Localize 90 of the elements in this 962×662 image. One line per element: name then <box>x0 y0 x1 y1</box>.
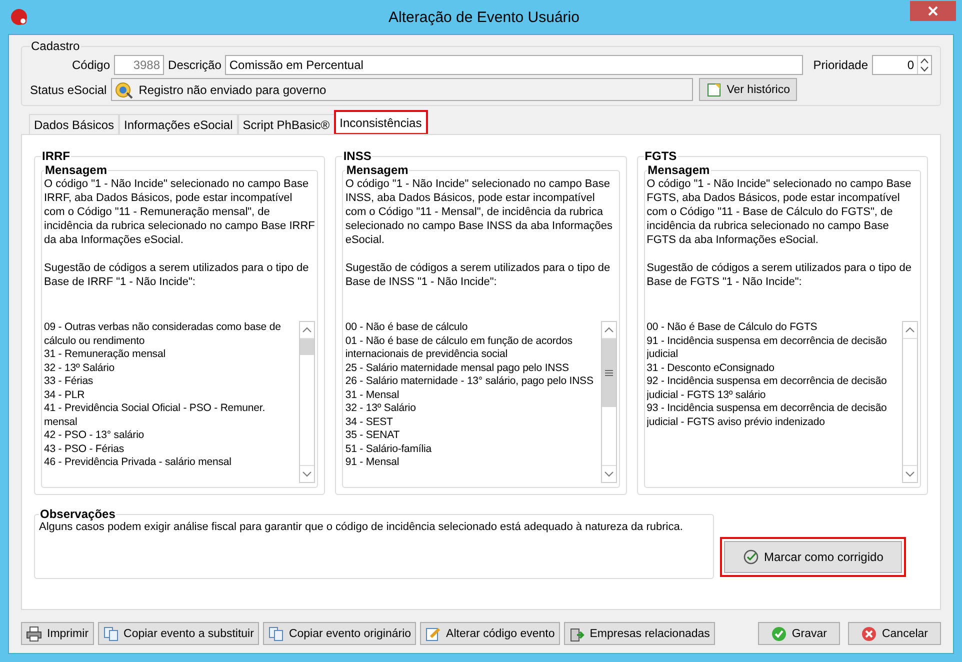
copy-icon <box>102 626 119 642</box>
toolbar-button[interactable]: Empresas relacionadas <box>564 622 715 645</box>
list-item[interactable]: 09 - Outras verbas não consideradas como base de cálculo ou rendimento <box>44 321 300 348</box>
list-item[interactable]: 51 - Salário-família <box>345 442 601 456</box>
copy-icon <box>268 626 284 642</box>
suggestion-text: Sugestão de códigos a serem utilizados para o tipo de Base de FGTS "1 - Não Incide": <box>646 261 912 289</box>
toolbar-button[interactable]: Alterar código evento <box>420 622 560 645</box>
dialog-button[interactable]: Gravar <box>758 622 840 645</box>
scrollbar[interactable] <box>902 321 918 483</box>
scroll-down-icon[interactable] <box>302 470 312 478</box>
scroll-down-icon[interactable] <box>904 470 915 478</box>
message-text: O código "1 - Não Incide" selecionado no campo Base INSS, aba Dados Básicos, pode estar incompatível com o Código "11 - Mensal", de incidência da rubrica selecionado no campo Base INSS da aba Informações eSocial. <box>345 177 614 247</box>
group-legend: Mensagem <box>345 163 410 177</box>
tab[interactable]: Script PhBasic® <box>238 114 335 134</box>
field-label: Descrição <box>168 58 222 72</box>
list-item[interactable]: 34 - SEST <box>345 416 601 429</box>
code-field[interactable]: 3988 <box>114 55 164 75</box>
export-icon <box>568 626 585 642</box>
status-icon <box>114 80 133 98</box>
window-title: Alteração de Evento Usuário <box>388 8 580 26</box>
observation-text: Alguns casos podem exigir análise fiscal para garantir que o código de incidência selecionado está adequado à natureza da rubrica. <box>39 521 684 533</box>
group-legend: FGTS <box>644 149 678 163</box>
code-list[interactable] <box>345 321 617 483</box>
list-item[interactable]: 31 - Mensal <box>345 388 601 402</box>
list-item[interactable]: 43 - PSO - Férias <box>44 442 300 456</box>
group-legend: Mensagem <box>646 163 711 177</box>
group-legend: IRRF <box>41 149 71 163</box>
message-text: O código "1 - Não Incide" selecionado no campo Base IRRF, aba Dados Básicos, pode estar incompatível com o Código "11 - Remuneração mensal", de incidência da rubrica selecionado no campo Base IRRF da aba Informações eSocial. <box>44 177 316 247</box>
tab[interactable]: Dados Básicos <box>29 114 120 134</box>
scroll-down-icon[interactable] <box>604 470 614 478</box>
group-legend: Cadastro <box>30 39 81 53</box>
tab[interactable]: Informações eSocial <box>119 114 238 134</box>
list-item[interactable]: 42 - PSO - 13° salário <box>44 429 300 442</box>
history-button[interactable]: Ver histórico <box>698 78 797 101</box>
document-icon <box>706 82 722 98</box>
scroll-up-icon[interactable] <box>302 326 312 334</box>
scroll-thumb[interactable] <box>602 339 616 407</box>
scrollbar[interactable] <box>600 321 617 483</box>
list-item[interactable]: 31 - Remuneração mensal <box>44 348 300 362</box>
toolbar-button[interactable]: Copiar evento a substituir <box>98 622 259 645</box>
list-item[interactable]: 92 - Incidência suspensa em decorrência de decisão judicial - FGTS 13º salário <box>646 375 902 402</box>
group-legend: INSS <box>342 149 372 163</box>
close-icon <box>928 6 938 16</box>
tab[interactable]: Inconsistências <box>334 111 427 134</box>
list-item[interactable]: 00 - Não é base de cálculo <box>345 321 601 334</box>
check-circle-icon <box>743 549 759 565</box>
list-item[interactable]: 00 - Não é Base de Cálculo do FGTS <box>646 321 902 334</box>
mark-corrected-button[interactable]: Marcar como corrigido <box>724 541 902 573</box>
spinner-arrows-icon <box>920 57 929 73</box>
cancel-icon <box>860 626 877 642</box>
list-item[interactable]: 31 - Desconto eConsignado <box>646 362 902 375</box>
group-legend: Observações <box>39 507 116 521</box>
list-item[interactable]: 26 - Salário maternidade - 13° salário, pago pelo INSS <box>345 375 601 388</box>
suggestion-text: Sugestão de códigos a serem utilizados para o tipo de Base de INSS "1 - Não Incide": <box>345 261 612 289</box>
list-item[interactable]: 35 - SENAT <box>345 429 601 442</box>
list-item[interactable]: 01 - Não é base de cálculo em função de acordos internacionais de previdência social <box>345 334 601 362</box>
field-label: Prioridade <box>813 58 868 72</box>
printer-icon <box>26 626 42 642</box>
priority-spinner[interactable]: 0 <box>872 55 932 75</box>
list-item[interactable]: 91 - Incidência suspensa em decorrência de decisão judicial <box>646 334 902 362</box>
suggestion-text: Sugestão de códigos a serem utilizados para o tipo de Base de IRRF "1 - Não Incide": <box>44 261 310 289</box>
list-item[interactable]: 91 - Mensal <box>345 456 601 470</box>
group-legend: Mensagem <box>44 163 108 177</box>
close-button[interactable] <box>910 1 956 21</box>
scroll-thumb[interactable] <box>300 339 314 355</box>
description-field[interactable]: Comissão em Percentual <box>225 55 804 75</box>
check-icon <box>770 626 787 642</box>
list-item[interactable]: 41 - Previdência Social Oficial - PSO - Remuner. mensal <box>44 402 300 429</box>
toolbar-button[interactable]: Imprimir <box>21 622 94 645</box>
message-text: O código "1 - Não Incide" selecionado no campo Base FGTS, aba Dados Básicos, pode estar incompatível com o Código "11 - Base de Cálculo do FGTS", de incidência da rubrica selecionado no campo Base FGTS da aba Informações eSocial. <box>646 177 912 247</box>
list-item[interactable]: 34 - PLR <box>44 388 300 402</box>
list-item[interactable]: 32 - 13º Salário <box>345 402 601 416</box>
list-item[interactable]: 33 - Férias <box>44 375 300 388</box>
list-item[interactable]: 46 - Previdência Privada - salário mensal <box>44 456 300 470</box>
list-item[interactable]: 25 - Salário maternidade mensal pago pelo INSS <box>345 362 601 375</box>
pencil-icon <box>425 626 442 642</box>
scroll-up-icon[interactable] <box>904 326 915 334</box>
scroll-up-icon[interactable] <box>604 326 614 334</box>
code-list[interactable] <box>44 321 316 483</box>
status-field: Registro não enviado para governo <box>110 78 693 101</box>
dialog-button[interactable]: Cancelar <box>848 622 941 645</box>
toolbar-button[interactable]: Copiar evento originário <box>262 622 416 645</box>
list-item[interactable]: 32 - 13º Salário <box>44 362 300 375</box>
code-list[interactable] <box>646 321 918 483</box>
field-label: Status eSocial <box>30 82 107 96</box>
app-logo-icon <box>10 8 28 26</box>
grip-icon <box>604 369 613 377</box>
list-item[interactable]: 93 - Incidência suspensa em decorrência de decisão judicial - FGTS aviso prévio indenizado <box>646 402 902 429</box>
field-label: Código <box>72 58 110 72</box>
scrollbar[interactable] <box>299 321 316 483</box>
